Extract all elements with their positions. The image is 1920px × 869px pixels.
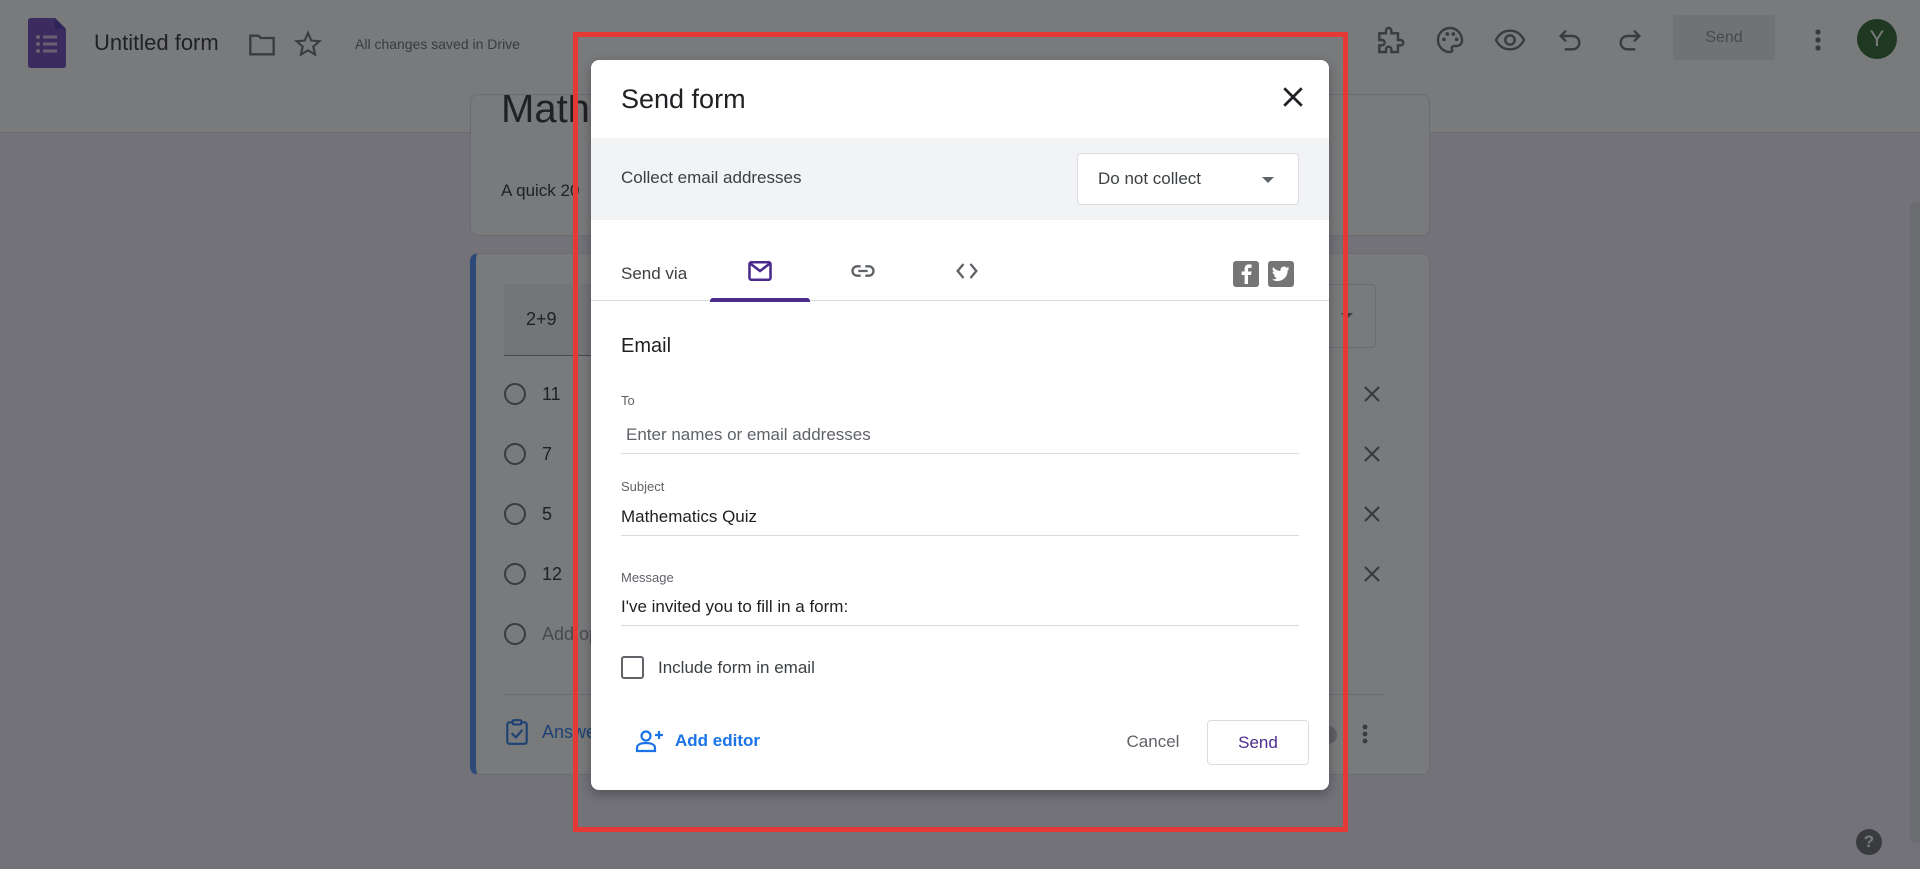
to-label: To xyxy=(621,393,635,408)
send-button[interactable]: Send xyxy=(1207,720,1309,765)
add-editor-button[interactable]: Add editor xyxy=(635,728,760,754)
subject-input[interactable] xyxy=(621,498,1299,536)
collect-email-row: Collect email addresses Do not collect xyxy=(591,138,1329,220)
add-editor-label: Add editor xyxy=(675,731,760,750)
collect-email-value: Do not collect xyxy=(1098,169,1201,188)
send-form-dialog: Send form Collect email addresses Do not… xyxy=(591,60,1329,790)
facebook-icon xyxy=(1241,264,1252,284)
to-input[interactable] xyxy=(621,416,1299,454)
include-form-checkbox-row[interactable]: Include form in email xyxy=(621,656,815,679)
include-form-checkbox[interactable] xyxy=(621,656,644,679)
collect-email-select[interactable]: Do not collect xyxy=(1077,153,1299,205)
person-add-icon xyxy=(635,730,663,753)
tab-email[interactable] xyxy=(710,248,810,302)
close-icon[interactable] xyxy=(1278,82,1308,112)
collect-email-label: Collect email addresses xyxy=(621,168,802,187)
subject-label: Subject xyxy=(621,479,665,494)
send-via-tabs: Send via xyxy=(591,248,1329,302)
caret-down-icon xyxy=(1262,177,1274,183)
send-via-label: Send via xyxy=(621,264,688,283)
mail-icon xyxy=(748,260,772,281)
cancel-button[interactable]: Cancel xyxy=(1103,720,1203,764)
section-title: Email xyxy=(621,335,672,357)
share-facebook-button[interactable] xyxy=(1233,261,1259,287)
message-input[interactable] xyxy=(621,588,1299,626)
tab-embed[interactable] xyxy=(917,248,1017,301)
dialog-title: Send form xyxy=(621,84,746,114)
code-icon xyxy=(956,262,978,279)
message-label: Message xyxy=(621,570,674,585)
link-icon xyxy=(851,264,875,277)
include-form-label: Include form in email xyxy=(658,657,815,677)
tab-link[interactable] xyxy=(813,248,913,301)
share-twitter-button[interactable] xyxy=(1268,261,1294,287)
twitter-icon xyxy=(1272,266,1290,282)
